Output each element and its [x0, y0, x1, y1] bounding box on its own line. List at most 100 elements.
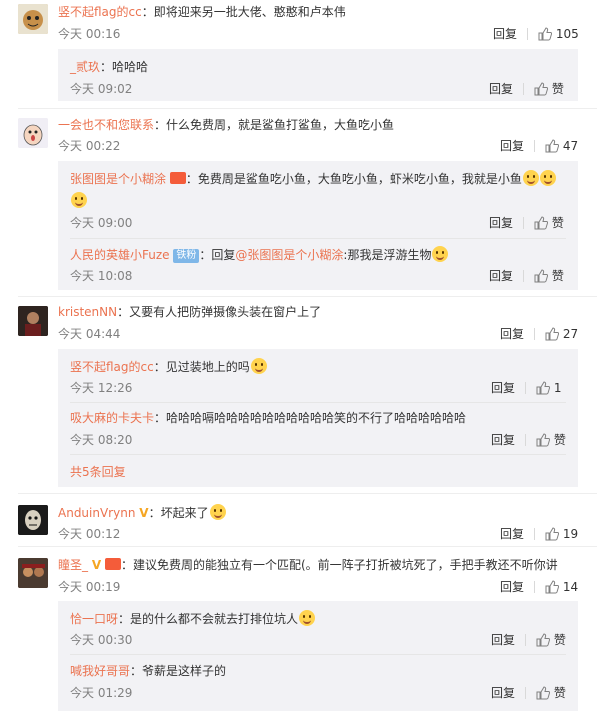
reply-box: _贰玖：哈哈哈 今天 09:02 回复 赞: [58, 49, 578, 101]
like-button[interactable]: 赞: [536, 633, 566, 647]
thumb-up-icon: [545, 327, 560, 341]
like-count: 19: [562, 527, 579, 541]
reply-button[interactable]: 回复: [500, 527, 524, 541]
reply-button[interactable]: 回复: [500, 139, 524, 153]
like-button[interactable]: 27: [545, 327, 578, 341]
reply-button[interactable]: 回复: [489, 269, 513, 283]
avatar[interactable]: [18, 306, 48, 336]
divider: [525, 434, 527, 446]
like-button[interactable]: 赞: [536, 433, 566, 447]
timestamp: 今天 12:26: [70, 381, 133, 395]
timestamp: 今天 00:16: [58, 27, 121, 41]
reply-username[interactable]: 吸大麻的卡夫卡: [70, 411, 154, 425]
divider: [525, 687, 527, 699]
reply-username[interactable]: _贰玖: [70, 60, 100, 74]
comment-text: 坏起来了: [160, 506, 209, 520]
username[interactable]: 一会也不和您联系: [58, 118, 154, 132]
reply-button[interactable]: 回复: [489, 216, 513, 230]
divider: [523, 217, 525, 229]
avatar[interactable]: [18, 4, 48, 34]
thumb-up-icon: [536, 381, 551, 395]
avatar[interactable]: [18, 505, 48, 535]
like-button[interactable]: 赞: [534, 82, 564, 96]
reply-box: 张图图是个小糊涂 ：免费周是鲨鱼吃小鱼，大鱼吃小鱼，虾米吃小鱼，我就是小鱼 今天…: [58, 161, 578, 290]
reply-text: 哈哈哈嗝哈哈哈哈哈哈哈哈哈哈笑的不行了哈哈哈哈哈哈: [166, 411, 467, 425]
more-replies-link[interactable]: 共5条回复: [70, 464, 126, 480]
like-button[interactable]: 14: [545, 580, 578, 594]
like-button[interactable]: 105: [538, 27, 579, 41]
divider: [527, 28, 529, 40]
divider: [18, 493, 597, 494]
smile-emoji-icon: [250, 358, 267, 374]
divider: [70, 238, 566, 239]
reply-username[interactable]: 恰一口呀: [70, 612, 118, 626]
colon: ：: [117, 305, 130, 319]
colon: ：: [120, 558, 133, 572]
reply-text: :那我是浮游生物: [343, 248, 432, 262]
username[interactable]: AnduinVrynn: [58, 506, 135, 520]
avatar[interactable]: [18, 558, 48, 588]
like-button[interactable]: 赞: [534, 216, 564, 230]
username[interactable]: 瞳圣_: [58, 558, 88, 572]
timestamp: 今天 10:08: [70, 269, 133, 283]
thumb-up-icon: [538, 27, 553, 41]
reply-button[interactable]: 回复: [489, 82, 513, 96]
thumb-up-icon: [536, 633, 551, 647]
divider: [534, 328, 536, 340]
avatar[interactable]: [18, 118, 48, 148]
reply-username[interactable]: 人民的英雄小Fuze: [70, 248, 170, 262]
colon: ：: [154, 118, 167, 132]
smile-emoji-icon: [522, 170, 539, 186]
username[interactable]: kristenNN: [58, 305, 117, 319]
like-button[interactable]: 1: [536, 381, 561, 395]
smile-emoji-icon: [71, 192, 87, 208]
reply-button[interactable]: 回复: [493, 27, 517, 41]
like-count: 赞: [551, 82, 564, 96]
reply-button[interactable]: 回复: [491, 633, 515, 647]
thumb-up-icon: [536, 686, 551, 700]
divider: [18, 546, 597, 547]
divider: [525, 382, 527, 394]
colon: ：: [199, 248, 212, 262]
username[interactable]: 竖不起flag的cc: [58, 5, 142, 19]
thumb-up-icon: [545, 580, 560, 594]
divider: [523, 83, 525, 95]
fan-badge: 铁粉: [173, 249, 200, 263]
timestamp: 今天 09:00: [70, 216, 133, 230]
timestamp: 今天 00:19: [58, 580, 121, 594]
reply-button[interactable]: 回复: [500, 327, 524, 341]
divider: [534, 581, 536, 593]
reply-button[interactable]: 回复: [500, 580, 524, 594]
like-button[interactable]: 赞: [534, 269, 564, 283]
thumb-up-icon: [545, 527, 560, 541]
like-count: 赞: [553, 633, 566, 647]
like-button[interactable]: 19: [545, 527, 578, 541]
like-button[interactable]: 47: [545, 139, 578, 153]
comment-text: 又要有人把防弹摄像头装在窗户上了: [129, 305, 322, 319]
thumb-up-icon: [534, 82, 549, 96]
cry-emoji-icon: [432, 246, 449, 262]
reply-button[interactable]: 回复: [491, 381, 515, 395]
comment-text: 即将迎来另一批大佬、憨憨和卢本伟: [153, 5, 346, 19]
like-count: 27: [562, 327, 579, 341]
timestamp: 今天 09:02: [70, 82, 133, 96]
like-count: 赞: [553, 686, 566, 700]
divider: [534, 528, 536, 540]
verified-v-icon: V: [139, 506, 149, 520]
reply-username[interactable]: 张图图是个小糊涂: [70, 172, 166, 186]
doge-emoji-icon: [209, 504, 226, 520]
reply-button[interactable]: 回复: [491, 686, 515, 700]
reply-username[interactable]: 竖不起flag的cc: [70, 360, 154, 374]
reply-username[interactable]: 喊我好哥哥: [70, 664, 130, 678]
like-count: 47: [562, 139, 579, 153]
reply-prefix: 回复: [211, 248, 236, 262]
comment-text: 什么免费周，就是鲨鱼打鲨鱼，大鱼吃小鱼: [166, 118, 395, 132]
divider: [70, 654, 566, 655]
reply-text: 见过装地上的吗: [165, 360, 250, 374]
like-button[interactable]: 赞: [536, 686, 566, 700]
reply-button[interactable]: 回复: [491, 433, 515, 447]
colon: ：: [130, 664, 143, 678]
divider: [70, 402, 566, 403]
divider: [525, 634, 527, 646]
mention-link[interactable]: @张图图是个小糊涂: [235, 248, 343, 262]
